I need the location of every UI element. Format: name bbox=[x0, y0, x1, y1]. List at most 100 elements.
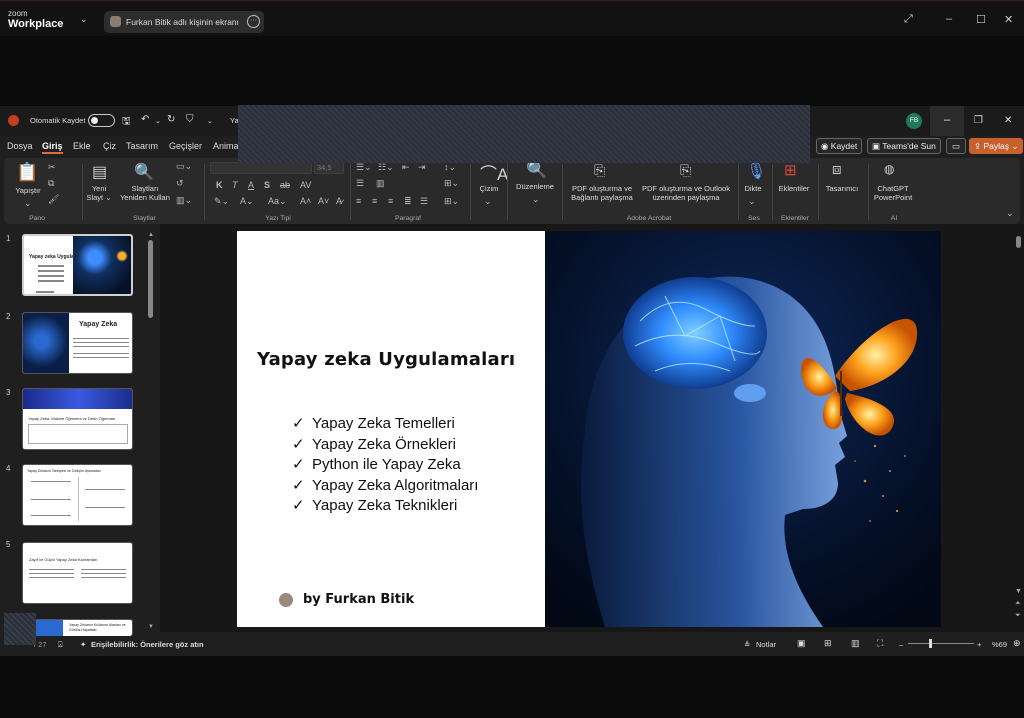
pdf-share-outlook-button[interactable]: PDF oluşturma ve Outlook üzerinden paylaş… bbox=[636, 184, 736, 202]
paste-icon[interactable]: 📋 bbox=[16, 162, 38, 183]
tab-insert[interactable]: Ekle bbox=[73, 141, 91, 151]
new-slide-button[interactable]: Yeni Slayt ⌄ bbox=[84, 184, 114, 202]
designer-button-label[interactable]: Tasarımcı bbox=[820, 184, 864, 193]
slide-thumbnail-2[interactable]: Yapay Zeka bbox=[22, 312, 133, 374]
save-icon[interactable]: 🖫 bbox=[122, 114, 131, 131]
previous-slide-icon[interactable]: ⏶ bbox=[1015, 600, 1021, 608]
numbering-icon[interactable]: ☷⌄ bbox=[378, 162, 394, 173]
zoom-slider-knob[interactable] bbox=[929, 639, 932, 648]
accessibility-status[interactable]: Erişilebilirlik: Önerilere göz atın bbox=[91, 640, 204, 649]
reuse-slides-button[interactable]: Slaytları Yeniden Kullan bbox=[116, 184, 174, 202]
pdf-outlook-icon[interactable]: ⎘ bbox=[680, 162, 691, 179]
zoom-level[interactable]: %69 bbox=[992, 640, 1007, 649]
minimize-icon[interactable]: – bbox=[946, 13, 952, 25]
chatgpt-icon[interactable]: ◍ bbox=[884, 162, 894, 176]
shadow-button[interactable]: S bbox=[264, 180, 270, 190]
minimize-button[interactable]: – bbox=[930, 106, 964, 136]
zoom-slider-track[interactable] bbox=[908, 643, 974, 644]
notes-button[interactable]: Notlar bbox=[756, 640, 776, 649]
tab-design[interactable]: Tasarım bbox=[126, 141, 158, 151]
align-right-icon[interactable]: ≡ bbox=[388, 196, 393, 206]
accessibility-icon[interactable]: ✦ bbox=[80, 640, 86, 649]
tab-home[interactable]: Giriş bbox=[42, 141, 63, 154]
drawing-icon[interactable]: ⌒A bbox=[480, 160, 508, 185]
char-spacing-button[interactable]: AV bbox=[300, 180, 311, 190]
save-button[interactable]: ◉ Kaydet bbox=[816, 138, 863, 154]
paste-dropdown-icon[interactable]: ⌄ bbox=[24, 198, 32, 209]
paste-button-label[interactable]: Yapıştır bbox=[8, 186, 48, 195]
scrollbar-thumb[interactable] bbox=[148, 240, 153, 318]
comments-icon[interactable]: ▭ bbox=[946, 138, 967, 154]
dictate-button-label[interactable]: Dikte bbox=[740, 184, 766, 193]
editing-icon[interactable]: 🔍 bbox=[526, 160, 547, 180]
scroll-down-icon[interactable]: ▼ bbox=[1015, 588, 1022, 595]
autosave-toggle[interactable] bbox=[88, 114, 115, 127]
maximize-icon[interactable]: ☐ bbox=[976, 13, 986, 26]
undo-dropdown-icon[interactable]: ⌄ bbox=[155, 117, 161, 125]
font-name-field[interactable] bbox=[210, 162, 312, 174]
slide-author[interactable]: by Furkan Bitik bbox=[303, 592, 414, 607]
slide-title[interactable]: Yapay zeka Uygulamaları bbox=[257, 349, 527, 370]
slide-thumbnail-4[interactable]: Yapay Zekanın Tarihçesi ve Gelişim Aşama… bbox=[22, 464, 133, 526]
reset-icon[interactable]: ↺ bbox=[176, 178, 184, 189]
canvas-scrollbar-thumb[interactable] bbox=[1016, 236, 1021, 248]
addins-button-label[interactable]: Eklentiler bbox=[774, 184, 814, 193]
list-level-icon[interactable]: ☰ bbox=[356, 178, 364, 189]
bullet-list[interactable]: ✓ Yapay Zeka Temelleri ✓ Yapay Zeka Örnekl… bbox=[292, 414, 478, 517]
customize-qat-icon[interactable]: ⌄ bbox=[207, 117, 213, 125]
slideshow-icon[interactable]: ⛶ bbox=[877, 638, 883, 649]
align-center-icon[interactable]: ≡ bbox=[372, 196, 377, 206]
copy-icon[interactable]: ⧉ bbox=[48, 178, 54, 189]
share-button[interactable]: ⇪ Paylaş ⌄ bbox=[969, 138, 1024, 154]
slide-thumbnail-3[interactable]: Yapay Zeka, Makine Öğrenimi ve Derin Öğr… bbox=[22, 388, 133, 450]
indent-increase-icon[interactable]: ⇥ bbox=[418, 162, 426, 173]
tab-animations[interactable]: Anima bbox=[213, 141, 239, 151]
pdf-share-link-button[interactable]: PDF oluşturma ve Bağlantı paylaşma bbox=[566, 184, 638, 202]
ai-head-image[interactable] bbox=[545, 231, 941, 627]
language-icon[interactable]: ⍓ bbox=[58, 640, 63, 650]
teams-present-button[interactable]: ▣ Teams'de Sun bbox=[867, 138, 941, 154]
more-icon[interactable]: ··· bbox=[247, 15, 260, 28]
slide-sorter-icon[interactable]: ⊞ bbox=[824, 638, 832, 649]
current-slide[interactable]: Yapay zeka Uygulamaları ✓ Yapay Zeka Teme… bbox=[237, 231, 941, 627]
highlight-icon[interactable]: ✎⌄ bbox=[214, 196, 229, 207]
font-size-field[interactable]: 34,5 bbox=[314, 162, 344, 174]
text-direction-icon[interactable]: ⊞⌄ bbox=[444, 178, 459, 189]
format-painter-icon[interactable]: 🖌 bbox=[48, 194, 59, 205]
reading-view-icon[interactable]: ▥ bbox=[851, 638, 860, 649]
justify-icon[interactable]: ≣ bbox=[404, 196, 412, 207]
reuse-slides-icon[interactable]: 🔍 bbox=[134, 162, 154, 182]
bullets-icon[interactable]: ☰⌄ bbox=[356, 162, 372, 173]
section-icon[interactable]: ▥⌄ bbox=[176, 195, 192, 206]
dictate-dropdown-icon[interactable]: ⌄ bbox=[748, 196, 756, 207]
indent-decrease-icon[interactable]: ⇤ bbox=[402, 162, 410, 173]
user-avatar[interactable]: FB bbox=[906, 113, 922, 129]
screen-share-pill[interactable]: Furkan Bitik adlı kişinin ekranı ··· bbox=[104, 11, 264, 33]
close-icon[interactable]: ✕ bbox=[1004, 13, 1013, 26]
tab-transitions[interactable]: Geçişler bbox=[169, 141, 202, 151]
slide-thumbnail-6[interactable]: Yapay Zekanın Kullanım Alanları ve Günlü… bbox=[22, 619, 133, 636]
editing-dropdown-icon[interactable]: ⌄ bbox=[532, 194, 540, 205]
change-case-button[interactable]: Aa⌄ bbox=[268, 196, 287, 207]
distributed-icon[interactable]: ☰ bbox=[420, 196, 428, 207]
microphone-icon[interactable]: 🎙 bbox=[746, 161, 766, 181]
clear-format-icon[interactable]: A̷ bbox=[336, 196, 342, 206]
strikethrough-button[interactable]: ab bbox=[280, 180, 290, 190]
designer-icon[interactable]: ⧈ bbox=[832, 161, 842, 178]
close-window-icon[interactable]: ✕ bbox=[1004, 115, 1012, 126]
fit-to-window-icon[interactable]: ⊕ bbox=[1013, 638, 1021, 649]
chevron-down-icon[interactable]: ⌄ bbox=[80, 14, 88, 25]
align-left-icon[interactable]: ≡ bbox=[356, 196, 361, 206]
pdf-link-icon[interactable]: ⎘ bbox=[594, 162, 605, 179]
decrease-font-icon[interactable]: A˅ bbox=[318, 196, 329, 206]
notes-icon[interactable]: ≜ bbox=[744, 640, 750, 649]
present-icon[interactable]: ⛉ bbox=[186, 114, 194, 125]
restore-icon[interactable]: ❐ bbox=[974, 115, 983, 126]
scroll-down-icon[interactable]: ▼ bbox=[148, 624, 154, 630]
fullscreen-icon[interactable]: ⤢ bbox=[904, 13, 913, 26]
bold-button[interactable]: K bbox=[216, 180, 223, 190]
smartart-icon[interactable]: ⊞⌄ bbox=[444, 196, 459, 207]
slide-thumbnail-1[interactable]: Yapay zeka Uygulamaları bbox=[22, 234, 133, 296]
line-spacing-icon[interactable]: ↕⌄ bbox=[444, 162, 456, 173]
columns-icon[interactable]: ▥ bbox=[376, 178, 385, 189]
